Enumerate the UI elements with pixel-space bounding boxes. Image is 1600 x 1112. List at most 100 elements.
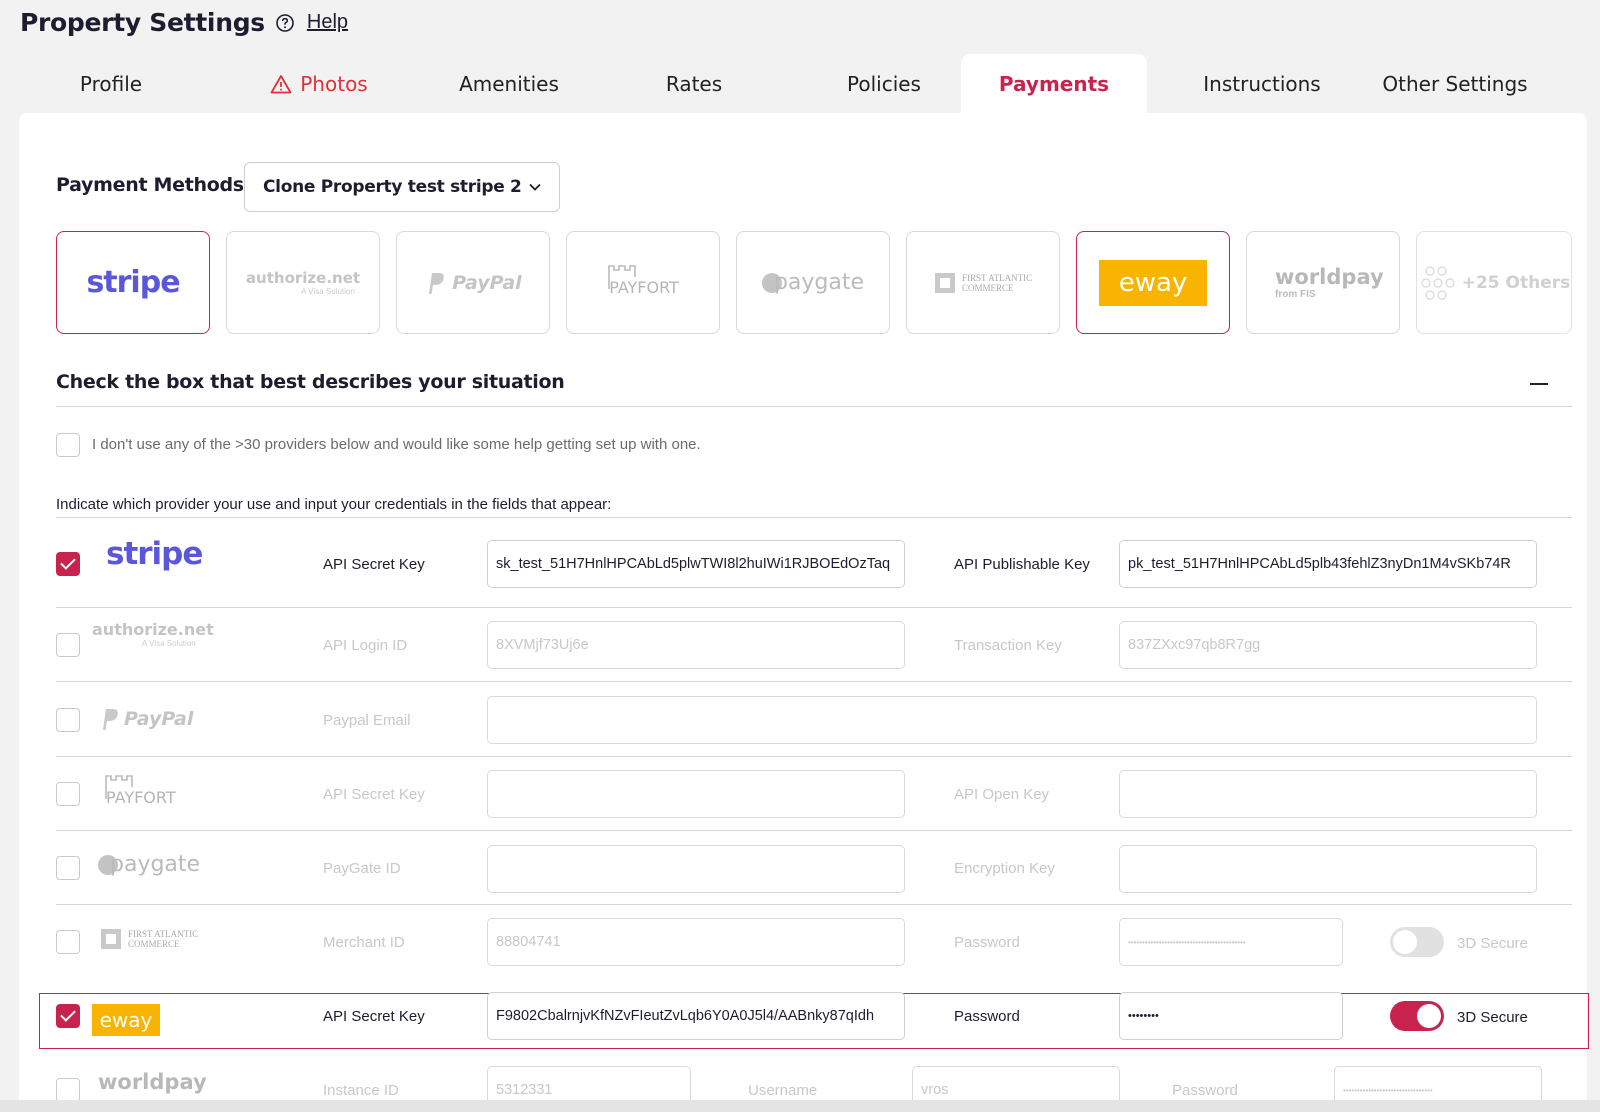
stripe-publishable-key-input[interactable]: pk_test_51H7HnlHPCAbLd5plb43fehlZ3nyDn1M… [1119, 540, 1537, 588]
worldpay-label3: Password [1172, 1082, 1238, 1099]
paygate-row-name: paygate [110, 852, 201, 877]
paygate-row-logo: paygate [98, 852, 200, 877]
eway-checkbox[interactable] [56, 1004, 80, 1028]
provider-tile-eway[interactable]: eway [1076, 231, 1230, 334]
paypal-checkbox[interactable] [56, 708, 80, 732]
payfort-logo: PAYFORT [609, 278, 679, 297]
help-circle-icon[interactable] [275, 13, 295, 33]
eway-label1: API Secret Key [323, 1008, 425, 1025]
provider-tile-stripe[interactable]: stripe [56, 231, 210, 334]
tab-instructions[interactable]: Instructions [1164, 54, 1360, 113]
paygate-checkbox[interactable] [56, 856, 80, 880]
payfort-open-key-input[interactable] [1119, 770, 1537, 818]
provider-tile-others[interactable]: +25 Others [1416, 231, 1572, 334]
fac-row-name: FIRST ATLANTIC COMMERCE [128, 929, 199, 949]
eway-secret-key-input[interactable]: F9802CbalrnjvKfNZvFIeutZvLqb6Y0A0J5l4/AA… [487, 992, 905, 1040]
provider-tile-paypal[interactable]: PayPal [396, 231, 550, 334]
page-title: Property Settings [20, 8, 265, 37]
stripe-label1: API Secret Key [323, 556, 425, 573]
stripe-checkbox[interactable] [56, 552, 80, 576]
paypal-label1: Paypal Email [323, 712, 411, 729]
authorize-label2: Transaction Key [954, 637, 1062, 654]
tab-policies[interactable]: Policies [789, 54, 979, 113]
paypal-logo: PayPal [452, 271, 522, 294]
paygate-logo: paygate [773, 270, 865, 295]
stripe-row-logo: stripe [106, 536, 203, 572]
eway-password-input[interactable]: •••••••• [1119, 992, 1343, 1040]
eway-3d-secure-toggle[interactable] [1390, 1001, 1444, 1031]
paypal-row-icon [103, 709, 118, 730]
divider [56, 517, 1572, 518]
authorize-row-name: authorize.net [92, 620, 214, 639]
warning-icon [270, 74, 292, 93]
worldpay-sub: from FIS [1275, 289, 1316, 300]
authorize-login-input[interactable]: 8XVMjf73Uj6e [487, 621, 905, 669]
fac-3d-secure-toggle[interactable] [1390, 927, 1444, 957]
provider-tile-payfort[interactable]: PAYFORT [566, 231, 720, 334]
worldpay-checkbox[interactable] [56, 1078, 80, 1102]
fac-logo: FIRST ATLANTIC COMMERCE [962, 272, 1033, 293]
fac-row-emblem-icon [101, 929, 121, 949]
tab-amenities[interactable]: Amenities [414, 54, 604, 113]
worldpay-label1: Instance ID [323, 1082, 399, 1099]
tab-profile[interactable]: Profile [37, 54, 185, 113]
provider-tile-fac[interactable]: FIRST ATLANTIC COMMERCE [906, 231, 1060, 334]
authorize-transaction-input[interactable]: 837ZXxc97qb8R7gg [1119, 621, 1537, 669]
payfort-label1: API Secret Key [323, 786, 425, 803]
paygate-label2: Encryption Key [954, 860, 1055, 877]
authorize-checkbox[interactable] [56, 633, 80, 657]
payfort-row-name: PAYFORT [106, 788, 176, 807]
worldpay-label2: Username [748, 1082, 818, 1099]
divider [56, 904, 1572, 905]
authorize-logo: authorize.net [245, 269, 361, 287]
page-header: Property Settings Help [20, 8, 348, 37]
tab-other-settings[interactable]: Other Settings [1357, 54, 1553, 113]
authorize-sub: A Visa Solution [301, 287, 355, 296]
authorize-label1: API Login ID [323, 637, 408, 654]
eway-toggle-label: 3D Secure [1457, 1009, 1528, 1026]
authorize-row-sub: A Visa Solution [142, 639, 196, 648]
tab-payments[interactable]: Payments [961, 54, 1147, 113]
divider [56, 406, 1572, 407]
tab-rates[interactable]: Rates [599, 54, 789, 113]
fac-checkbox[interactable] [56, 930, 80, 954]
chevron-down-icon [529, 183, 541, 191]
payfort-checkbox[interactable] [56, 782, 80, 806]
horizontal-scrollbar[interactable] [0, 1100, 1600, 1112]
collapse-icon[interactable] [1530, 383, 1548, 385]
help-link[interactable]: Help [307, 11, 348, 34]
provider-tile-worldpay[interactable]: worldpay from FIS [1246, 231, 1400, 334]
paygate-id-input[interactable] [487, 845, 905, 893]
payment-method-selected: Clone Property test stripe 2 [263, 177, 522, 197]
worldpay-row-logo: worldpay [98, 1070, 207, 1094]
settings-tabs: Profile Photos Amenities Rates Policies … [19, 54, 1587, 113]
fac-row-logo: FIRST ATLANTIC COMMERCE [98, 925, 200, 953]
paygate-label1: PayGate ID [323, 860, 401, 877]
divider [56, 607, 1572, 608]
eway-label2: Password [954, 1008, 1020, 1025]
fac-merchant-input[interactable]: 88804741 [487, 918, 905, 966]
payment-method-select[interactable]: Clone Property test stripe 2 [244, 162, 560, 212]
stripe-secret-key-input[interactable]: sk_test_51H7HnlHPCAbLd5plwTWI8l2huIWi1RJ… [487, 540, 905, 588]
payfort-label2: API Open Key [954, 786, 1050, 803]
fac-label2: Password [954, 934, 1020, 951]
paypal-icon [429, 272, 445, 294]
provider-tile-authorize[interactable]: authorize.net A Visa Solution [226, 231, 380, 334]
help-setup-label: I don't use any of the >30 providers bel… [92, 436, 701, 453]
help-setup-checkbox[interactable] [56, 433, 80, 457]
paypal-email-input[interactable] [487, 696, 1537, 744]
section-title: Check the box that best describes your s… [56, 371, 565, 393]
tab-photos[interactable]: Photos [229, 54, 409, 113]
paygate-encryption-input[interactable] [1119, 845, 1537, 893]
more-providers-icon [1421, 265, 1455, 300]
others-label: +25 Others [1461, 272, 1571, 293]
eway-logo: eway [1099, 259, 1207, 306]
divider [56, 756, 1572, 757]
fac-password-input[interactable]: ••••••••••••••••••••••••••••••••••••••••… [1119, 918, 1343, 966]
provider-tile-paygate[interactable]: paygate [736, 231, 890, 334]
payfort-secret-input[interactable] [487, 770, 905, 818]
worldpay-logo: worldpay [1275, 265, 1384, 289]
paypal-row-logo: PayPal [98, 706, 193, 732]
instruction-text: Indicate which provider your use and inp… [56, 496, 612, 513]
fac-emblem-icon [935, 272, 955, 293]
